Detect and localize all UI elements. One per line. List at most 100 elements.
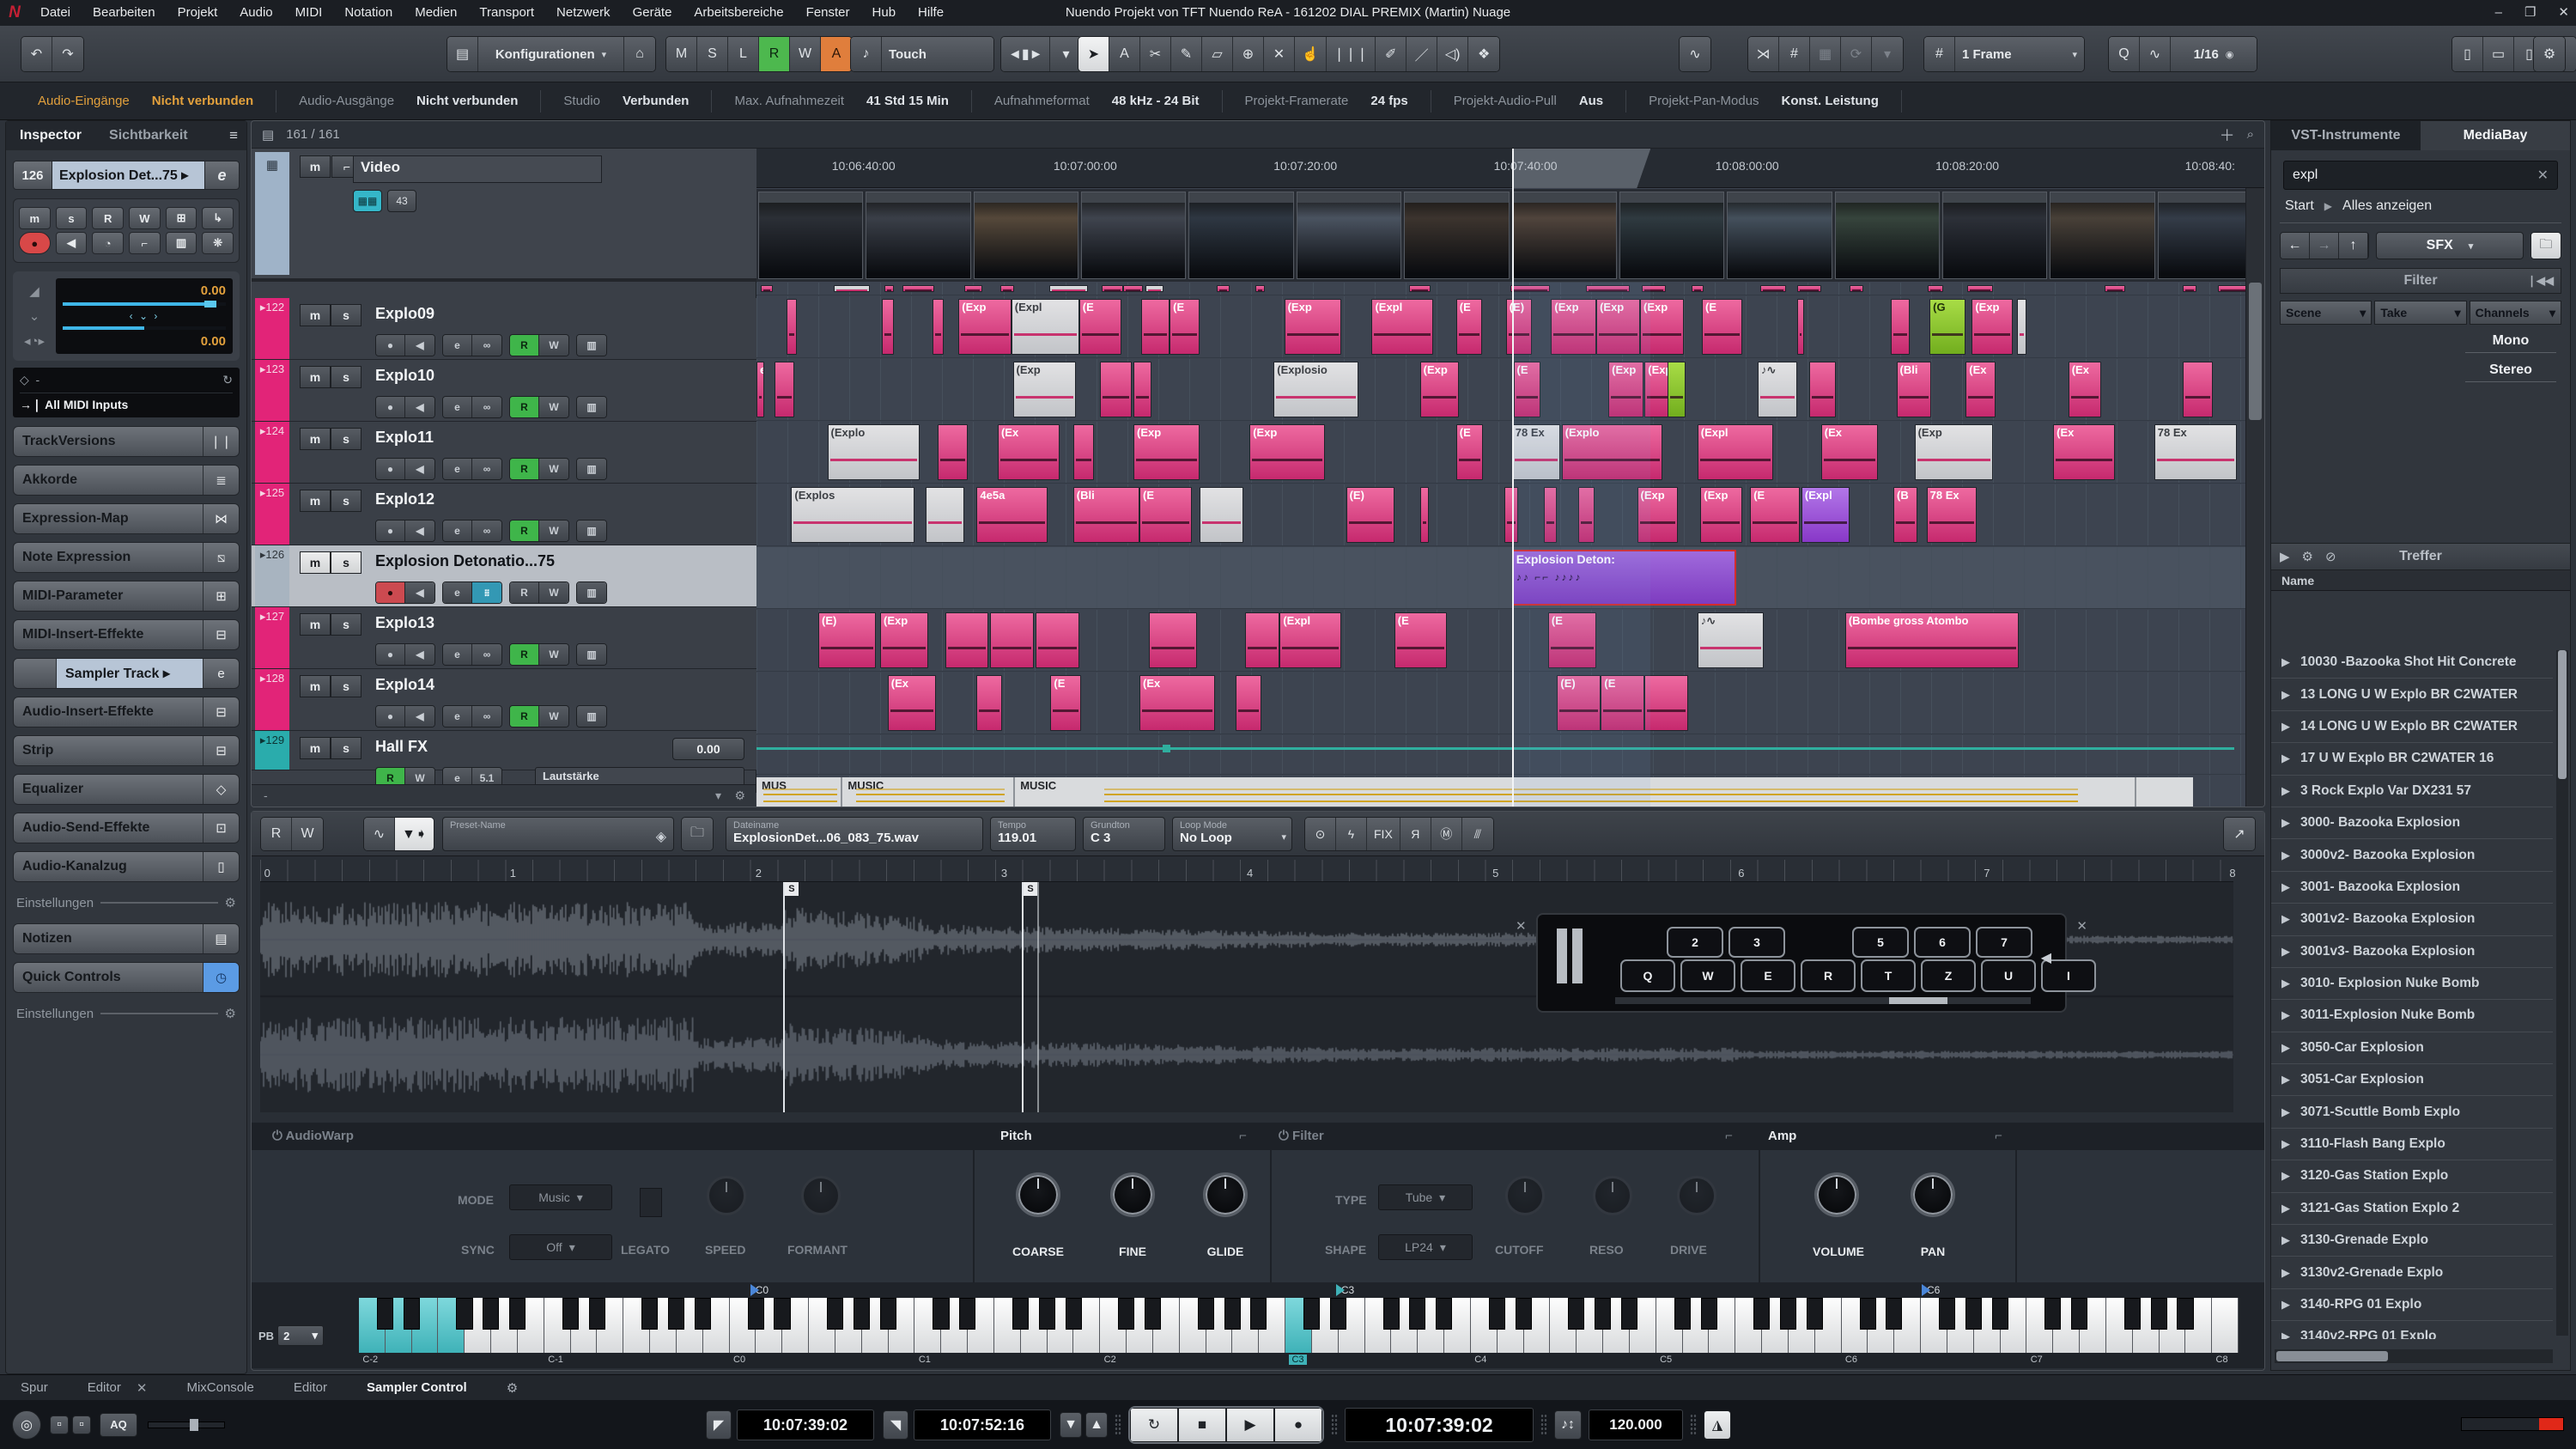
- play-arrow-icon[interactable]: ▶: [2281, 1008, 2290, 1022]
- audio-event[interactable]: [1149, 612, 1197, 668]
- audio-event[interactable]: [2183, 362, 2213, 417]
- coarse-knob[interactable]: [1016, 1172, 1060, 1217]
- result-row[interactable]: ▶3140v2-RPG 01 Explo: [2271, 1321, 2553, 1339]
- menu-item-arbeitsbereiche[interactable]: Arbeitsbereiche: [683, 5, 794, 20]
- inspector-section-strip[interactable]: Strip⊟: [13, 735, 240, 766]
- audio-event[interactable]: (Ex: [2053, 424, 2115, 480]
- audio-event[interactable]: (Exp: [1700, 487, 1742, 543]
- audio-event[interactable]: (Bli: [1897, 362, 1931, 417]
- event-lane-8[interactable]: [756, 735, 2264, 775]
- preview-play-icon[interactable]: ▶: [2280, 549, 2290, 564]
- cycle-button[interactable]: ↻: [1130, 1408, 1178, 1442]
- audio-event[interactable]: (E: [1456, 299, 1482, 355]
- automation-a-button[interactable]: A: [821, 37, 852, 71]
- black-key[interactable]: [933, 1298, 949, 1330]
- black-key[interactable]: [456, 1298, 472, 1330]
- quantize-q-icon[interactable]: Q: [2109, 37, 2140, 71]
- zone-tab-editor[interactable]: Editor: [88, 1380, 121, 1395]
- tool-line-icon[interactable]: ／: [1406, 37, 1437, 71]
- black-key[interactable]: [1807, 1298, 1823, 1330]
- section-icon[interactable]: ◇: [203, 775, 239, 804]
- audio-event[interactable]: (Bombe gross Atombo: [1845, 612, 2019, 668]
- read-button[interactable]: R: [510, 459, 539, 479]
- black-key[interactable]: [1965, 1298, 1982, 1330]
- audio-event[interactable]: [964, 285, 982, 292]
- result-row[interactable]: ▶3000- Bazooka Explosion: [2271, 807, 2553, 839]
- write-button[interactable]: W: [129, 207, 161, 229]
- inspector-section-note-expression[interactable]: Note Expression⧅: [13, 542, 240, 573]
- sample-end-marker[interactable]: S: [1022, 882, 1024, 1112]
- black-key[interactable]: [1621, 1298, 1637, 1330]
- video-track-row[interactable]: ▦ m ⌐ Video ▦▦ 43: [252, 149, 756, 282]
- audio-event[interactable]: (E: [1139, 487, 1192, 543]
- window-close-icon[interactable]: ✕: [2558, 0, 2569, 26]
- mute-button[interactable]: m: [300, 737, 331, 759]
- drive-knob[interactable]: [1677, 1176, 1716, 1215]
- to-left-locator-icon[interactable]: ▼: [1060, 1412, 1082, 1438]
- snap-icon[interactable]: ⋊: [1748, 37, 1779, 71]
- automation-m-button[interactable]: M: [666, 37, 697, 71]
- filter-pin-icon[interactable]: ⌐: [1725, 1129, 1733, 1143]
- punch-out-icon[interactable]: ◥: [883, 1410, 908, 1440]
- section-icon[interactable]: ⋈: [203, 504, 239, 533]
- result-row[interactable]: ▶3110-Flash Bang Explo: [2271, 1129, 2553, 1160]
- read-button[interactable]: R: [510, 706, 539, 727]
- tab-sichtbarkeit[interactable]: Sichtbarkeit: [95, 128, 202, 143]
- channel-icon[interactable]: ∞: [472, 397, 501, 417]
- audio-event[interactable]: [775, 362, 794, 417]
- result-row[interactable]: ▶3001v3- Bazooka Explosion: [2271, 936, 2553, 968]
- audio-event[interactable]: [1420, 487, 1430, 543]
- audio-event[interactable]: [1850, 285, 1863, 292]
- write-button[interactable]: W: [539, 397, 568, 417]
- edit-button[interactable]: e: [443, 397, 472, 417]
- audio-event[interactable]: (Expl: [1012, 299, 1079, 355]
- audio-event[interactable]: [1000, 285, 1014, 292]
- menu-item-geräte[interactable]: Geräte: [622, 5, 683, 20]
- sample-ruler[interactable]: 012345678: [260, 860, 2233, 882]
- audio-event[interactable]: (E: [1456, 424, 1484, 480]
- music-part[interactable]: MUSIC: [842, 777, 1015, 807]
- tool-select-icon[interactable]: ➤: [1078, 37, 1109, 71]
- play-arrow-icon[interactable]: ▶: [2281, 720, 2290, 734]
- result-row[interactable]: ▶14 LONG U W Explo BR C2WATER: [2271, 711, 2553, 743]
- automation-mode-dropdown[interactable]: Touch: [882, 37, 993, 71]
- layout-bottom-icon[interactable]: ▭: [2483, 37, 2514, 71]
- tracklist-menu-icon[interactable]: ▤: [262, 127, 274, 143]
- black-key[interactable]: [1992, 1298, 2008, 1330]
- audio-event[interactable]: [1036, 612, 1079, 668]
- black-key[interactable]: [2124, 1298, 2141, 1330]
- audio-event[interactable]: [945, 612, 989, 668]
- audio-event[interactable]: [1797, 285, 1821, 292]
- monitor-button[interactable]: ◀: [56, 232, 88, 254]
- loopmode-field[interactable]: Loop ModeNo Loop ▾: [1172, 817, 1292, 851]
- play-arrow-icon[interactable]: ▶: [2281, 1266, 2290, 1280]
- black-key[interactable]: [1198, 1298, 1214, 1330]
- overlay-close-right-icon[interactable]: ✕: [2076, 918, 2087, 934]
- inspector-section-midi-insert-effekte[interactable]: MIDI-Insert-Effekte⊟: [13, 619, 240, 650]
- level-slider[interactable]: [148, 1422, 225, 1428]
- play-arrow-icon[interactable]: ▶: [2281, 1169, 2290, 1183]
- small-toggle-2[interactable]: ▫: [72, 1416, 91, 1434]
- setup-gear-icon[interactable]: ⚙: [2534, 37, 2565, 71]
- black-key[interactable]: [1753, 1298, 1770, 1330]
- audio-event[interactable]: [976, 675, 1002, 731]
- play-arrow-icon[interactable]: ▶: [2281, 1073, 2290, 1087]
- result-row[interactable]: ▶3130-Grenade Explo: [2271, 1225, 2553, 1257]
- black-key[interactable]: [1674, 1298, 1691, 1330]
- audio-event[interactable]: e: [756, 362, 764, 417]
- read-button[interactable]: R: [510, 521, 539, 541]
- channel-icon[interactable]: ∞: [472, 644, 501, 665]
- solo-button[interactable]: s: [331, 551, 361, 574]
- monitor-button[interactable]: ◀: [405, 397, 434, 417]
- section-icon[interactable]: ⊞: [203, 581, 239, 611]
- tempo-value[interactable]: 120.000: [1589, 1409, 1683, 1440]
- black-key[interactable]: [1066, 1298, 1082, 1330]
- audio-event[interactable]: (Exp: [958, 299, 1011, 355]
- play-arrow-icon[interactable]: ▶: [2281, 688, 2290, 702]
- solo-button[interactable]: s: [331, 366, 361, 388]
- record-button[interactable]: ●: [376, 335, 405, 356]
- result-row[interactable]: ▶3050-Car Explosion: [2271, 1032, 2553, 1064]
- pitchbend-range-dropdown[interactable]: 2▾: [277, 1325, 324, 1346]
- video-thumbnails-toggle[interactable]: ▦▦: [353, 190, 382, 212]
- audio-event[interactable]: (Exp: [880, 612, 928, 668]
